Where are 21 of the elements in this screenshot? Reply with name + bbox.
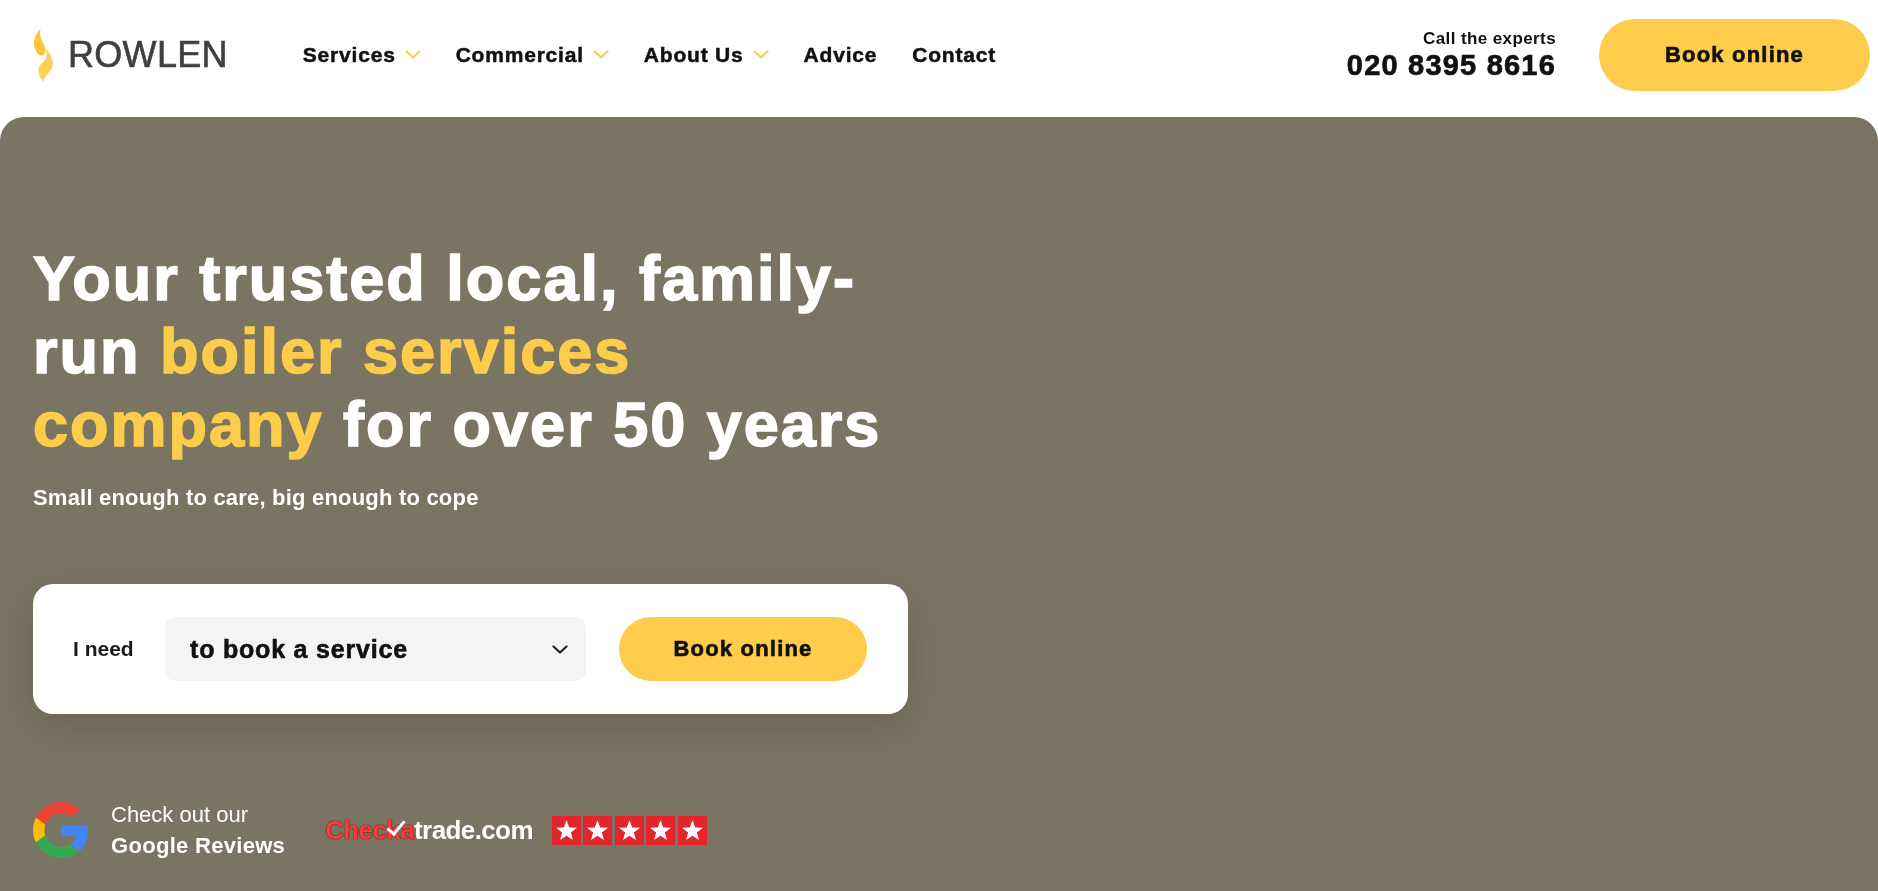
chevron-down-icon — [552, 644, 568, 654]
chevron-down-icon — [404, 50, 421, 59]
book-online-button[interactable]: Book online — [1599, 18, 1870, 91]
nav-link[interactable]: Services — [302, 42, 421, 67]
phone-number-link[interactable]: 020 8395 8616 — [1346, 48, 1556, 82]
select-label: I need — [73, 637, 135, 661]
nav-link[interactable]: Advice — [803, 42, 878, 67]
logo-wordmark: ROWLEN — [68, 34, 228, 75]
flame-icon — [32, 27, 55, 82]
call-caption: Call the experts — [1423, 27, 1556, 49]
g-logo-icon — [33, 802, 89, 858]
nav-link[interactable]: Contact — [912, 42, 996, 67]
hero-headline: Your trusted local, family- run boiler services company for over 50 years — [33, 242, 882, 461]
chevron-down-icon — [752, 50, 769, 59]
nav-link[interactable]: Commercial — [455, 42, 609, 67]
chevron-down-icon — [592, 50, 609, 59]
service-select[interactable]: to book a service — [165, 617, 586, 681]
nav-link[interactable]: About Us — [643, 42, 769, 67]
book-online-button[interactable]: Book online — [619, 617, 867, 681]
google-reviews-link[interactable]: Check out our Google Reviews — [111, 799, 286, 861]
hero-subtitle: Small enough to care, big enough to cope — [33, 485, 479, 511]
